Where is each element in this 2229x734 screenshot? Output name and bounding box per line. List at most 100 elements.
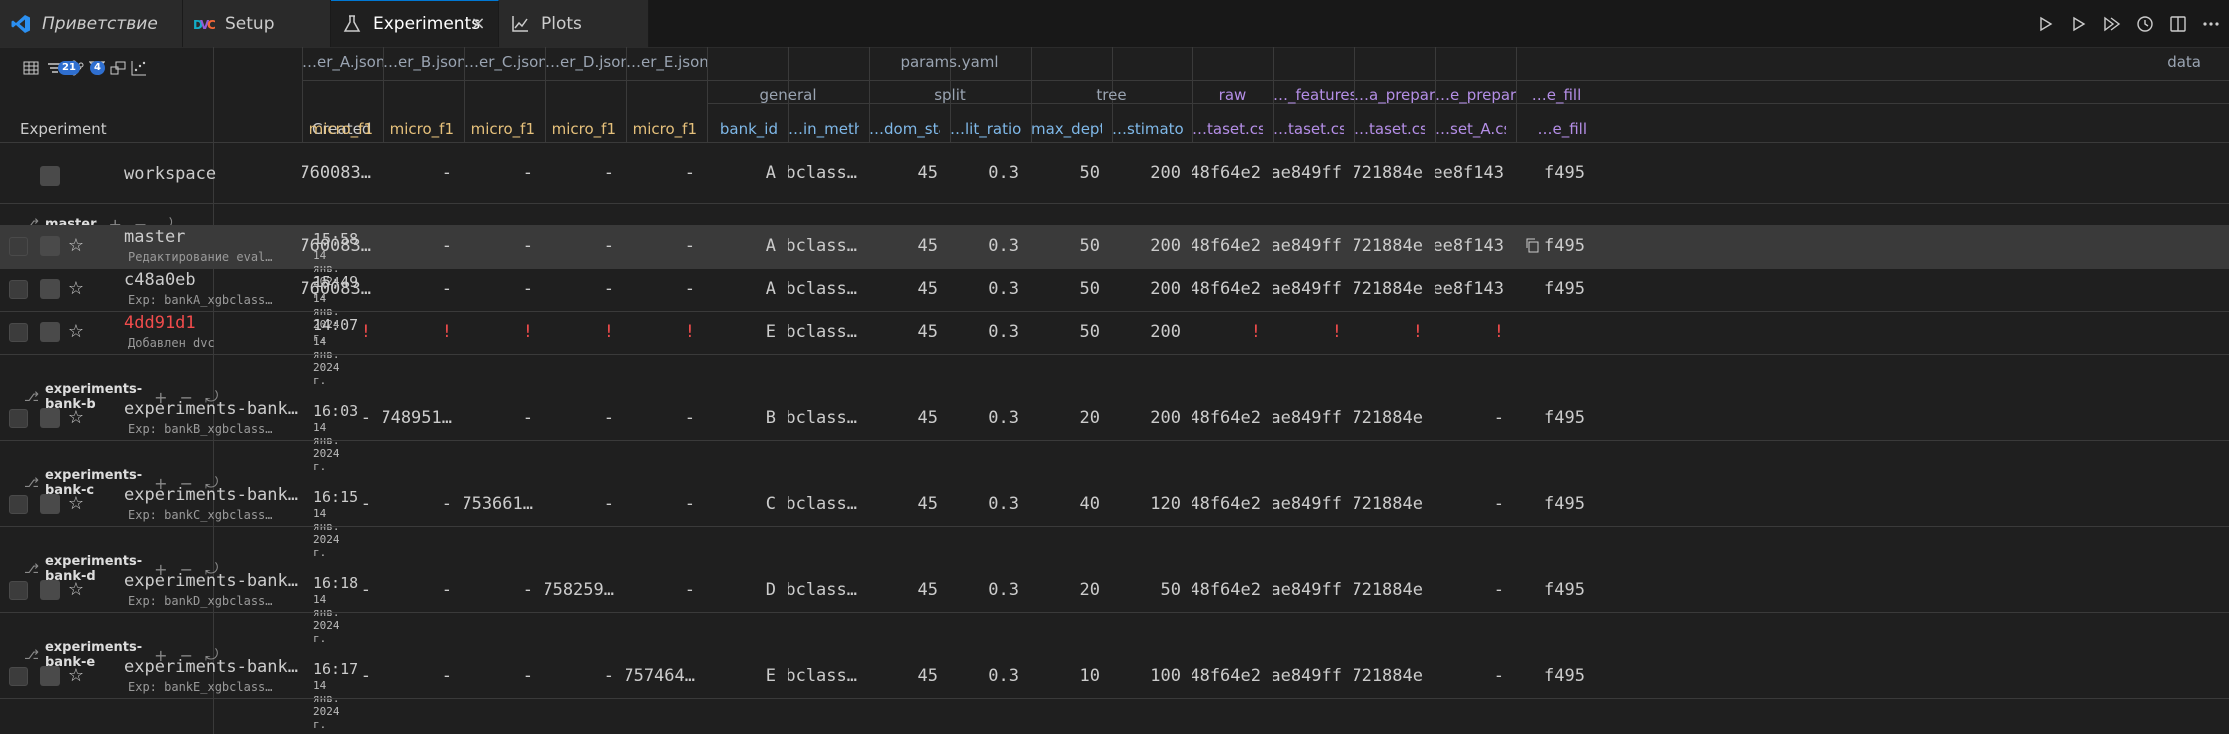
table-cell: - xyxy=(603,666,614,686)
plot-icon[interactable] xyxy=(40,494,60,514)
table-cell: ! xyxy=(1331,322,1342,342)
experiment-name[interactable]: experiments-bank… xyxy=(124,571,299,591)
table-cell: - xyxy=(441,236,452,256)
param-group-header[interactable]: general xyxy=(707,86,869,104)
plot-select-icon[interactable] xyxy=(128,58,150,78)
table-cell: - xyxy=(1493,408,1504,428)
param-group-header[interactable]: tree xyxy=(1031,86,1192,104)
plot-icon[interactable] xyxy=(40,580,60,600)
column-header[interactable]: max_depth xyxy=(1031,120,1102,138)
star-icon[interactable]: ☆ xyxy=(66,666,86,686)
copy-icon[interactable] xyxy=(1524,237,1542,255)
table-cell: 0.3 xyxy=(988,279,1019,299)
row-checkbox[interactable] xyxy=(9,581,28,600)
experiment-name[interactable]: experiments-bank… xyxy=(124,485,299,505)
experiment-name[interactable]: experiments-bank… xyxy=(124,399,299,419)
table-cell: xgbclass… xyxy=(788,408,857,428)
experiment-name[interactable]: c48a0eb xyxy=(124,270,299,290)
table-cell: 45 xyxy=(917,666,938,686)
run-experiment-icon[interactable] xyxy=(2067,12,2091,36)
tab-welcome-label: Приветствие xyxy=(42,13,158,34)
plot-icon[interactable] xyxy=(40,166,60,186)
table-cell: - xyxy=(441,494,452,514)
tab-setup[interactable]: DVC Setup xyxy=(183,0,331,47)
dep-group-header[interactable]: …_features xyxy=(1273,86,1354,104)
column-header[interactable]: …set_A.csv xyxy=(1435,120,1506,138)
tab-welcome[interactable]: Приветствие xyxy=(0,0,183,47)
table-cell: f495 xyxy=(1544,408,1585,428)
metrics-file-header[interactable]: …er_B.json xyxy=(383,53,464,71)
table-cell: - xyxy=(684,408,695,428)
dep-group-header[interactable]: …e_prepare xyxy=(1435,86,1516,104)
tab-plots[interactable]: Plots xyxy=(499,0,649,47)
row-checkbox[interactable] xyxy=(9,667,28,686)
history-icon[interactable] xyxy=(2133,12,2157,36)
column-header[interactable]: micro_f1 xyxy=(302,120,373,138)
close-icon[interactable]: × xyxy=(468,14,488,34)
run-icon[interactable] xyxy=(2034,12,2058,36)
column-header[interactable]: micro_f1 xyxy=(626,120,697,138)
row-checkbox[interactable] xyxy=(9,495,28,514)
column-header[interactable]: …in_method xyxy=(788,120,859,138)
plot-icon[interactable] xyxy=(40,322,60,342)
column-header[interactable]: …stimators xyxy=(1112,120,1183,138)
columns-icon[interactable] xyxy=(107,58,129,78)
tab-experiments[interactable]: Experiments × xyxy=(331,0,499,47)
table-cell: ae849ff xyxy=(1273,162,1342,183)
row-checkbox[interactable] xyxy=(9,409,28,428)
row-checkbox[interactable] xyxy=(9,280,28,299)
split-editor-icon[interactable] xyxy=(2166,12,2190,36)
param-group-header[interactable]: split xyxy=(869,86,1031,104)
table-cell: 200 xyxy=(1150,236,1181,256)
experiment-name[interactable]: master xyxy=(124,227,299,247)
dep-group-header[interactable]: …a_prepare xyxy=(1354,86,1435,104)
run-all-icon[interactable] xyxy=(2100,12,2124,36)
star-icon[interactable]: ☆ xyxy=(66,580,86,600)
plot-icon[interactable] xyxy=(40,666,60,686)
table-cell: ! xyxy=(1250,322,1261,342)
star-icon[interactable]: ☆ xyxy=(66,408,86,428)
metrics-file-header[interactable]: …er_A.json xyxy=(302,53,383,71)
column-header[interactable]: bank_id xyxy=(707,120,778,138)
tab-experiments-label: Experiments xyxy=(373,14,481,34)
table-cell: A xyxy=(765,162,776,183)
column-header[interactable]: micro_f1 xyxy=(545,120,616,138)
metrics-file-header[interactable]: …er_D.json xyxy=(545,53,626,71)
row-checkbox[interactable] xyxy=(9,323,28,342)
column-header[interactable]: …e_fill xyxy=(1516,120,1587,138)
experiment-name[interactable]: 4dd91d1 xyxy=(124,313,299,333)
dep-group-header[interactable]: raw xyxy=(1192,86,1273,104)
column-header[interactable]: …lit_ratio xyxy=(950,120,1021,138)
more-actions-icon[interactable] xyxy=(2199,12,2223,36)
column-header[interactable]: micro_f1 xyxy=(383,120,454,138)
dep-group-header[interactable]: …e_fill xyxy=(1516,86,1597,104)
metrics-file-header[interactable]: …er_E.json xyxy=(626,53,707,71)
column-header[interactable]: …taset.csv xyxy=(1192,120,1263,138)
table-cell: 200 xyxy=(1150,162,1181,183)
plot-icon[interactable] xyxy=(40,236,60,256)
row-checkbox[interactable] xyxy=(9,237,28,256)
plot-icon[interactable] xyxy=(40,279,60,299)
experiment-column-header[interactable]: Experiment xyxy=(20,120,107,138)
star-icon[interactable]: ☆ xyxy=(66,494,86,514)
column-header[interactable]: …taset.csv xyxy=(1273,120,1344,138)
star-icon[interactable]: ☆ xyxy=(66,279,86,299)
params-file-header[interactable]: params.yaml xyxy=(707,53,1192,71)
metrics-file-header[interactable]: …er_C.json xyxy=(464,53,545,71)
column-header[interactable]: micro_f1 xyxy=(464,120,535,138)
table-icon[interactable] xyxy=(20,58,42,78)
plot-icon[interactable] xyxy=(40,408,60,428)
table-cell: 0.760083… xyxy=(302,279,371,299)
table-cell: 0.758259… xyxy=(545,580,614,600)
experiment-name[interactable]: experiments-bank… xyxy=(124,657,299,677)
table-cell: 45 xyxy=(917,580,938,600)
data-file-header[interactable]: data xyxy=(1192,53,2229,71)
column-header[interactable]: …dom_state xyxy=(869,120,940,138)
table-cell: E xyxy=(765,322,776,342)
star-icon[interactable]: ☆ xyxy=(66,236,86,256)
table-cell: 0.3 xyxy=(988,322,1019,342)
row-divider xyxy=(0,203,2229,204)
column-header[interactable]: …taset.csv xyxy=(1354,120,1425,138)
star-icon[interactable]: ☆ xyxy=(66,322,86,342)
table-cell: 200 xyxy=(1150,408,1181,428)
